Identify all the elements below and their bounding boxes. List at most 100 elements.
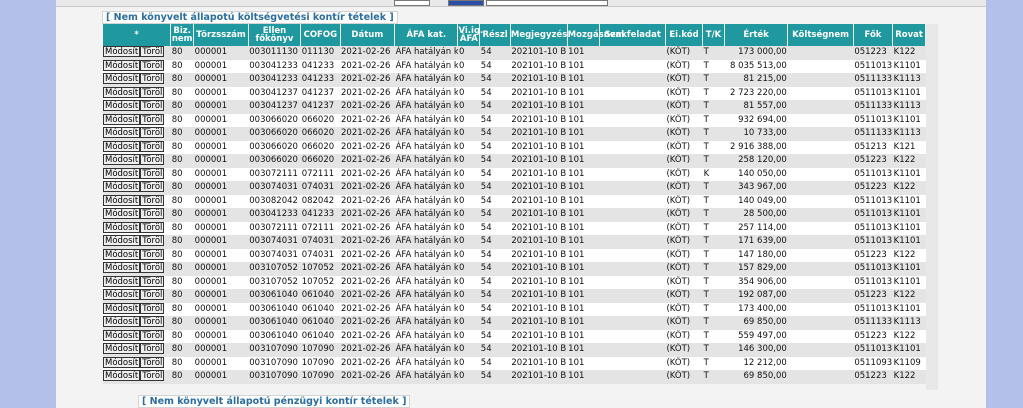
column-header[interactable]: COFOG [300, 24, 341, 46]
cell-megj: 202101-10 BÉR [510, 248, 568, 262]
delete-button[interactable]: Töröl [140, 302, 165, 314]
delete-button[interactable]: Töröl [140, 235, 165, 247]
toolbar-button[interactable] [394, 0, 430, 6]
modify-button[interactable]: Módosít [103, 100, 141, 112]
delete-button[interactable]: Töröl [140, 275, 165, 287]
cell-rovat: K122 [892, 181, 926, 195]
delete-button[interactable]: Töröl [140, 86, 165, 98]
cell-fok: 0511013 [853, 194, 893, 208]
modify-button[interactable]: Módosít [103, 302, 141, 314]
toolbar-button[interactable] [448, 0, 484, 6]
delete-button[interactable]: Töröl [140, 343, 165, 355]
cell-kolt [787, 275, 854, 289]
modify-button[interactable]: Módosít [103, 316, 141, 328]
cell-vi: 0 [457, 329, 480, 343]
modify-button[interactable]: Módosít [103, 262, 141, 274]
column-header[interactable]: Fők [853, 24, 894, 46]
modify-button[interactable]: Módosít [103, 248, 141, 260]
cell-rovat: K122 [892, 289, 926, 303]
delete-button[interactable]: Töröl [140, 329, 165, 341]
column-header[interactable]: Vi.ig. ÁFA [457, 24, 483, 46]
modify-button[interactable]: Módosít [103, 275, 141, 287]
column-header[interactable]: Biz. nem [170, 24, 195, 46]
table-scrollbar[interactable] [926, 24, 938, 390]
cell-afa: ÁFA hatályán kívüli [394, 356, 458, 370]
column-header[interactable]: Érték [724, 24, 789, 46]
delete-button[interactable]: Töröl [140, 100, 165, 112]
column-header[interactable]: Szakfeladat [599, 24, 666, 46]
column-header[interactable]: Törzsszám [193, 24, 249, 46]
cell-ei: (KÖT) [665, 59, 703, 73]
modify-button[interactable]: Módosít [103, 86, 141, 98]
cell-ellen: 003041233 [248, 208, 301, 222]
row-actions: Módosít Töröl [103, 316, 171, 330]
cell-kolt [787, 86, 854, 100]
section-title-budget[interactable]: [ Nem könyvelt állapotú költségvetési ko… [102, 11, 398, 24]
modify-button[interactable]: Módosít [103, 356, 141, 368]
delete-button[interactable]: Töröl [140, 221, 165, 233]
delete-button[interactable]: Töröl [140, 208, 165, 220]
toolbar-button[interactable] [486, 0, 608, 6]
column-header[interactable]: * [103, 24, 172, 46]
modify-button[interactable]: Módosít [103, 208, 141, 220]
delete-button[interactable]: Töröl [140, 289, 165, 301]
delete-button[interactable]: Töröl [140, 194, 165, 206]
modify-button[interactable]: Módosít [103, 329, 141, 341]
modify-button[interactable]: Módosít [103, 140, 141, 152]
modify-button[interactable]: Módosít [103, 73, 141, 85]
column-header[interactable]: Ellen főkönyv [248, 24, 302, 46]
modify-button[interactable]: Módosít [103, 343, 141, 355]
modify-button[interactable]: Módosít [103, 221, 141, 233]
cell-tk: T [702, 316, 725, 330]
modify-button[interactable]: Módosít [103, 194, 141, 206]
cell-kolt [787, 235, 854, 249]
cell-rovat: K1101 [892, 235, 926, 249]
modify-button[interactable]: Módosít [103, 235, 141, 247]
cell-mozg: 101 [567, 275, 600, 289]
delete-button[interactable]: Töröl [140, 370, 165, 382]
delete-button[interactable]: Töröl [140, 113, 165, 125]
modify-button[interactable]: Módosít [103, 167, 141, 179]
cell-fok: 051223 [853, 370, 893, 384]
cell-megj: 202101-10 BÉR [510, 262, 568, 276]
delete-button[interactable]: Töröl [140, 167, 165, 179]
cell-ertek: 69 850,00 [724, 316, 788, 330]
column-header[interactable]: Ei.kód [665, 24, 704, 46]
modify-button[interactable]: Módosít [103, 370, 141, 382]
column-header[interactable]: ÁFA kat. [394, 24, 459, 46]
column-header[interactable]: Dátum [340, 24, 396, 46]
delete-button[interactable]: Töröl [140, 248, 165, 260]
delete-button[interactable]: Töröl [140, 181, 165, 193]
column-header[interactable]: Költségnem [787, 24, 854, 46]
cell-cofog: 041237 [300, 86, 340, 100]
cell-afa: ÁFA hatályán kívüli [394, 302, 458, 316]
modify-button[interactable]: Módosít [103, 154, 141, 166]
delete-button[interactable]: Töröl [140, 73, 165, 85]
modify-button[interactable]: Módosít [103, 113, 141, 125]
cell-cofog: 074031 [300, 248, 340, 262]
column-header[interactable]: T/K [702, 24, 725, 46]
delete-button[interactable]: Töröl [140, 46, 165, 58]
modify-button[interactable]: Módosít [103, 289, 141, 301]
delete-button[interactable]: Töröl [140, 154, 165, 166]
delete-button[interactable]: Töröl [140, 316, 165, 328]
modify-button[interactable]: Módosít [103, 127, 141, 139]
cell-torzs: 000001 [193, 100, 249, 114]
modify-button[interactable]: Módosít [103, 46, 141, 58]
delete-button[interactable]: Töröl [140, 262, 165, 274]
row-actions: Módosít Töröl [103, 140, 171, 154]
cell-torzs: 000001 [193, 154, 249, 168]
cell-mozg: 101 [567, 140, 600, 154]
modify-button[interactable]: Módosít [103, 181, 141, 193]
column-header[interactable]: Rovat [892, 24, 926, 46]
cell-ei: (KÖT) [665, 208, 703, 222]
modify-button[interactable]: Módosít [103, 59, 141, 71]
delete-button[interactable]: Töröl [140, 59, 165, 71]
column-header[interactable]: Mozgásnem [567, 24, 624, 46]
section-title-finance[interactable]: [ Nem könyvelt állapotú pénzügyi kontír … [138, 395, 411, 408]
column-header[interactable]: Megjegyzés [510, 24, 568, 46]
delete-button[interactable]: Töröl [140, 127, 165, 139]
column-header[interactable]: Részl [479, 24, 511, 46]
delete-button[interactable]: Töröl [140, 140, 165, 152]
delete-button[interactable]: Töröl [140, 356, 165, 368]
